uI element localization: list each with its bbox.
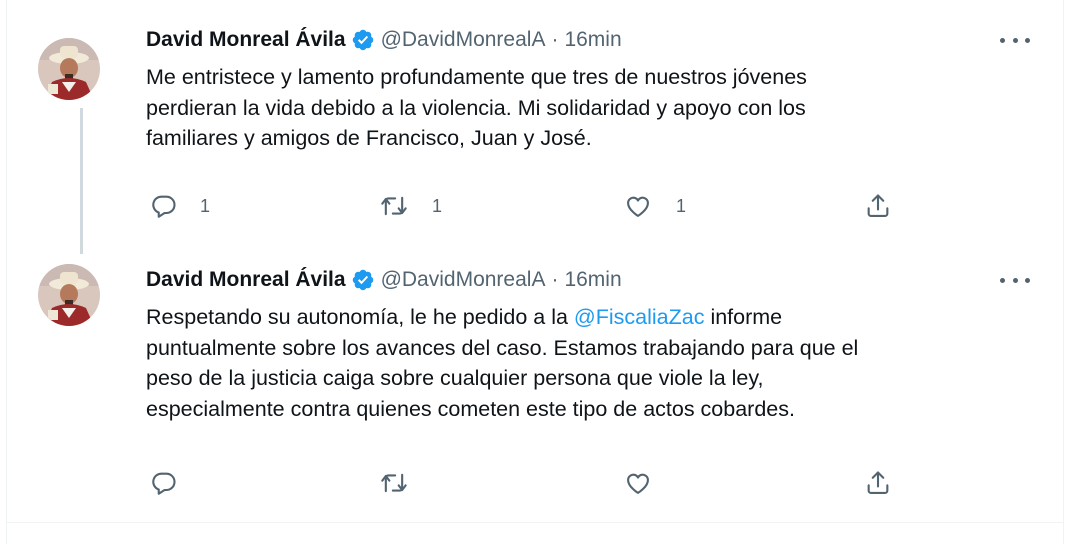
- avatar-photo-icon: [38, 264, 100, 326]
- like-button[interactable]: 1: [624, 189, 686, 223]
- tweet-text-line: Me entristece y lamento profundamente qu…: [146, 65, 807, 89]
- tweet-text: Respetando su autonomía, le he pedido a …: [146, 302, 1026, 424]
- thread-connector: [80, 108, 83, 254]
- tweet-text-line: puntualmente sobre los avances del caso.…: [146, 335, 859, 360]
- verified-badge-icon: [351, 268, 375, 292]
- avatar[interactable]: [38, 264, 100, 326]
- timeline-next-item: [6, 522, 1064, 544]
- tweet-text-line: perdieran la vida debido a la violencia.…: [146, 95, 806, 120]
- tweet-text-segment: informe: [704, 305, 783, 329]
- heart-icon: [627, 196, 649, 217]
- tweet[interactable]: David Monreal Ávila @DavidMonrealA · 16m…: [6, 252, 1064, 522]
- retweet-icon: [381, 473, 407, 493]
- share-button[interactable]: [864, 189, 892, 223]
- author-name[interactable]: David Monreal Ávila: [146, 268, 346, 292]
- author-handle[interactable]: @DavidMonrealA: [381, 28, 546, 52]
- tweet-actions: 1 1 1: [146, 189, 906, 223]
- like-button[interactable]: [624, 466, 652, 500]
- tweet-header: David Monreal Ávila @DavidMonrealA · 16m…: [146, 265, 622, 295]
- share-icon: [867, 471, 889, 494]
- mention-link[interactable]: @FiscaliaZac: [574, 305, 705, 329]
- reply-icon: [152, 195, 176, 218]
- retweet-icon: [381, 196, 407, 216]
- tweet-header: David Monreal Ávila @DavidMonrealA · 16m…: [146, 25, 622, 55]
- retweet-count: 1: [432, 195, 443, 216]
- reply-button[interactable]: [150, 466, 178, 500]
- tweet-text-line: Respetando su autonomía, le he pedido a …: [146, 302, 1026, 333]
- reply-count: 1: [200, 195, 211, 216]
- retweet-button[interactable]: 1: [380, 189, 442, 223]
- avatar[interactable]: [38, 38, 100, 100]
- tweet[interactable]: David Monreal Ávila @DavidMonrealA · 16m…: [6, 0, 1064, 254]
- tweet-text-line: especialmente contra quienes cometen est…: [146, 396, 795, 421]
- share-icon: [867, 194, 889, 217]
- author-handle[interactable]: @DavidMonrealA: [381, 268, 546, 292]
- separator: ·: [551, 28, 559, 51]
- verified-badge-icon: [351, 28, 375, 52]
- timestamp[interactable]: 16min: [564, 28, 621, 52]
- tweet-text-segment: Respetando su autonomía, le he pedido a …: [146, 305, 574, 329]
- share-button[interactable]: [864, 466, 892, 500]
- heart-icon: [627, 473, 649, 494]
- separator: ·: [551, 268, 559, 291]
- more-options-icon[interactable]: [1000, 28, 1030, 52]
- more-options-icon[interactable]: [1000, 268, 1030, 292]
- tweet-text-line: familiares y amigos de Francisco, Juan y…: [146, 126, 592, 150]
- tweet-text: Me entristece y lamento profundamente qu…: [146, 62, 1026, 154]
- reply-icon: [152, 472, 176, 495]
- tweet-text-line: peso de la justicia caiga sobre cualquie…: [146, 366, 764, 390]
- reply-button[interactable]: 1: [150, 189, 210, 223]
- retweet-button[interactable]: [380, 466, 408, 500]
- tweet-actions: [146, 466, 906, 500]
- avatar-photo-icon: [38, 38, 100, 100]
- author-name[interactable]: David Monreal Ávila: [146, 28, 346, 52]
- like-count: 1: [676, 195, 687, 216]
- timestamp[interactable]: 16min: [564, 268, 621, 292]
